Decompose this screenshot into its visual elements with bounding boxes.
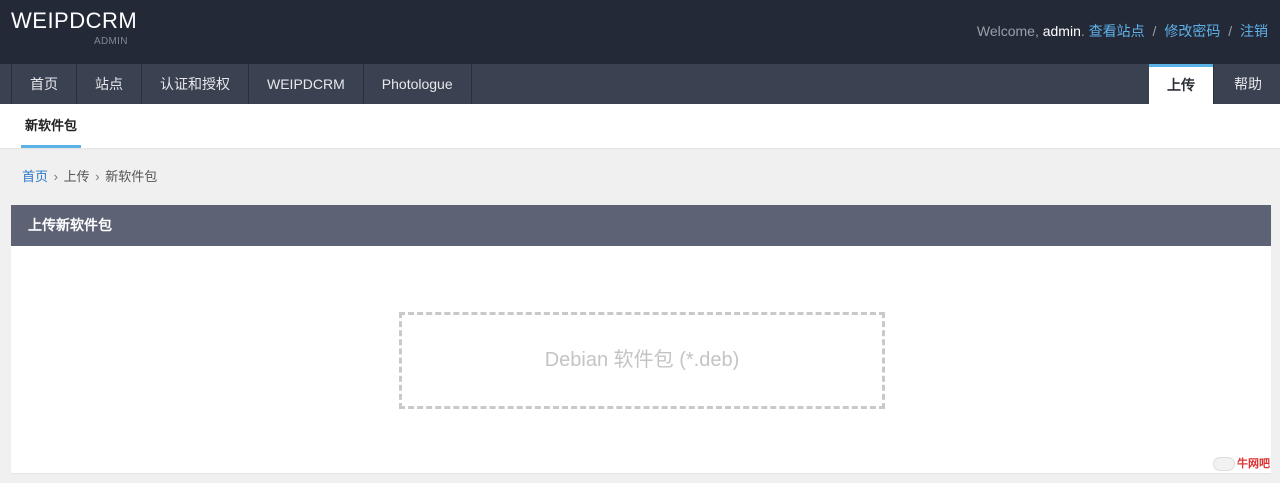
separator: /	[1228, 23, 1233, 39]
watermark-text: 牛网吧	[1237, 457, 1270, 470]
nav-right: 上传 帮助	[1149, 64, 1280, 104]
nav-item-home[interactable]: 首页	[11, 64, 77, 104]
view-site-link[interactable]: 查看站点	[1089, 23, 1145, 39]
nav-item-auth[interactable]: 认证和授权	[142, 64, 249, 104]
breadcrumb-home[interactable]: 首页	[22, 169, 48, 184]
welcome-text: Welcome,	[976, 23, 1043, 39]
watermark-logo-icon	[1213, 457, 1235, 471]
nav-item-weipdcrm[interactable]: WEIPDCRM	[249, 64, 364, 104]
nav-item-help[interactable]: 帮助	[1213, 64, 1280, 104]
tab-new-package[interactable]: 新软件包	[21, 104, 82, 148]
upload-panel: 上传新软件包 Debian 软件包 (*.deb)	[11, 205, 1271, 473]
nav-item-photologue[interactable]: Photologue	[364, 64, 472, 104]
nav-left: 首页 站点 认证和授权 WEIPDCRM Photologue	[11, 64, 472, 104]
top-header: WEIPDCRM ADMIN Welcome, admin. 查看站点 / 修改…	[0, 0, 1280, 64]
change-password-link[interactable]: 修改密码	[1164, 23, 1220, 39]
main-navbar: 首页 站点 认证和授权 WEIPDCRM Photologue 上传 帮助	[0, 64, 1280, 104]
breadcrumb-separator: ›	[95, 169, 100, 184]
watermark: 牛网吧	[1213, 455, 1270, 471]
nav-item-upload[interactable]: 上传	[1149, 64, 1213, 104]
brand-subtitle: ADMIN	[94, 36, 128, 47]
username: admin	[1042, 23, 1081, 39]
brand[interactable]: WEIPDCRM ADMIN	[11, 8, 137, 47]
nav-item-sites[interactable]: 站点	[77, 64, 142, 104]
brand-title[interactable]: WEIPDCRM	[11, 8, 137, 34]
breadcrumb-current: 新软件包	[105, 169, 158, 184]
file-dropzone[interactable]: Debian 软件包 (*.deb)	[399, 312, 885, 409]
user-tools: Welcome, admin. 查看站点 / 修改密码 / 注销	[976, 23, 1268, 39]
breadcrumb-upload: 上传	[63, 169, 90, 184]
breadcrumb-separator: ›	[53, 169, 58, 184]
sub-navbar: 新软件包	[0, 104, 1280, 148]
separator: /	[1152, 23, 1157, 39]
panel-title: 上传新软件包	[11, 205, 1271, 246]
breadcrumb: 首页 › 上传 › 新软件包	[22, 166, 157, 185]
logout-link[interactable]: 注销	[1240, 23, 1268, 39]
